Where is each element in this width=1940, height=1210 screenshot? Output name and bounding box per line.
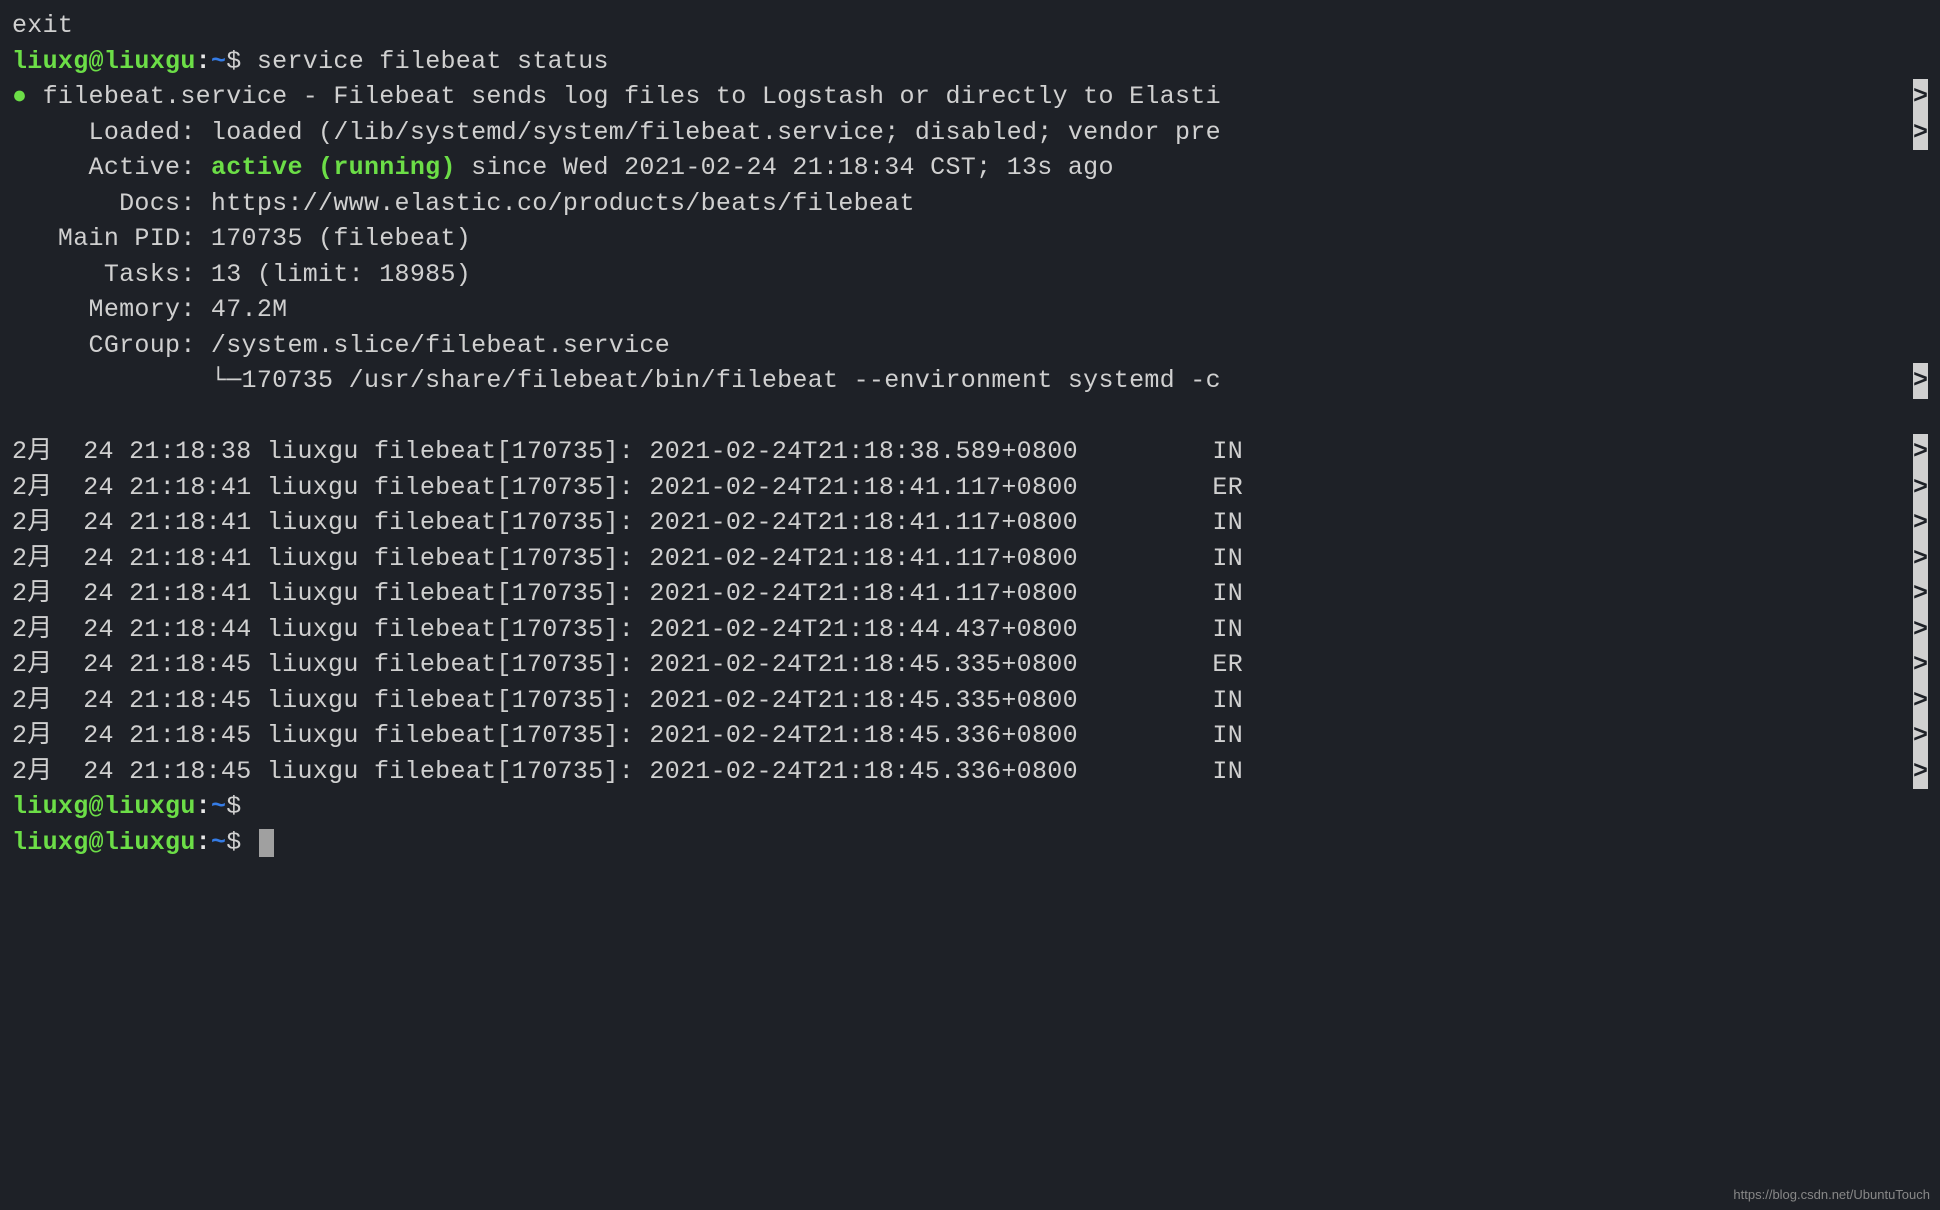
prompt-sep: :	[196, 47, 211, 76]
prompt-path: ~	[211, 792, 226, 821]
service-name: filebeat.service - Filebeat sends log fi…	[27, 82, 1221, 111]
service-name-line: ● filebeat.service - Filebeat sends log …	[12, 79, 1928, 115]
docs-line: Docs: https://www.elastic.co/products/be…	[12, 186, 1928, 222]
log-body: 2月 24 21:18:41 liuxgu filebeat[170735]: …	[12, 505, 1090, 541]
memory-text: Memory: 47.2M	[12, 295, 287, 324]
overflow-icon: >	[1913, 647, 1928, 683]
log-body: 2月 24 21:18:45 liuxgu filebeat[170735]: …	[12, 718, 1090, 754]
memory-line: Memory: 47.2M	[12, 292, 1928, 328]
overflow-icon: >	[1913, 434, 1928, 470]
log-line: 2月 24 21:18:44 liuxgu filebeat[170735]: …	[12, 612, 1928, 648]
log-line: 2月 24 21:18:45 liuxgu filebeat[170735]: …	[12, 754, 1928, 790]
main-pid-line: Main PID: 170735 (filebeat)	[12, 221, 1928, 257]
prompt-path: ~	[211, 47, 226, 76]
prompt-dollar: $	[226, 47, 257, 76]
tasks-line: Tasks: 13 (limit: 18985)	[12, 257, 1928, 293]
log-level-tag: IN	[1212, 505, 1243, 541]
overflow-icon: >	[1913, 612, 1928, 648]
overflow-icon: >	[1913, 470, 1928, 506]
prompt-line-2[interactable]: liuxg@liuxgu:~$	[12, 789, 1928, 825]
log-level-tag: IN	[1212, 434, 1243, 470]
log-level-tag: IN	[1212, 683, 1243, 719]
prompt-user: liuxg@liuxgu	[12, 792, 196, 821]
watermark-text: https://blog.csdn.net/UbuntuTouch	[1733, 1186, 1930, 1204]
prompt-command-line: liuxg@liuxgu:~$ service filebeat status	[12, 44, 1928, 80]
exit-text: exit	[12, 11, 73, 40]
log-body: 2月 24 21:18:45 liuxgu filebeat[170735]: …	[12, 647, 1090, 683]
active-status: active (running)	[211, 153, 456, 182]
log-level-tag: IN	[1212, 718, 1243, 754]
overflow-icon: >	[1913, 505, 1928, 541]
blank-line	[12, 399, 1928, 435]
active-since: since Wed 2021-02-24 21:18:34 CST; 13s a…	[456, 153, 1114, 182]
overflow-icon: >	[1913, 363, 1928, 399]
log-level-tag: IN	[1212, 754, 1243, 790]
loaded-line: Loaded: loaded (/lib/systemd/system/file…	[12, 115, 1928, 151]
cgroup-line: CGroup: /system.slice/filebeat.service	[12, 328, 1928, 364]
loaded-text: Loaded: loaded (/lib/systemd/system/file…	[12, 118, 1221, 147]
log-level-tag: ER	[1212, 647, 1243, 683]
log-line: 2月 24 21:18:41 liuxgu filebeat[170735]: …	[12, 505, 1928, 541]
log-level-tag: ER	[1212, 470, 1243, 506]
log-body: 2月 24 21:18:41 liuxgu filebeat[170735]: …	[12, 541, 1090, 577]
log-level-tag: IN	[1212, 541, 1243, 577]
log-line: 2月 24 21:18:45 liuxgu filebeat[170735]: …	[12, 718, 1928, 754]
log-level-tag: IN	[1212, 612, 1243, 648]
log-body: 2月 24 21:18:45 liuxgu filebeat[170735]: …	[12, 754, 1090, 790]
overflow-icon: >	[1913, 541, 1928, 577]
overflow-icon: >	[1913, 576, 1928, 612]
log-line: 2月 24 21:18:41 liuxgu filebeat[170735]: …	[12, 576, 1928, 612]
status-bullet-icon: ●	[12, 82, 27, 111]
cursor-icon[interactable]	[259, 829, 274, 857]
prompt-sep: :	[196, 792, 211, 821]
cgroup-text: CGroup: /system.slice/filebeat.service	[12, 331, 670, 360]
cgroup-child-text: └─170735 /usr/share/filebeat/bin/filebea…	[12, 366, 1221, 395]
overflow-icon: >	[1913, 115, 1928, 151]
log-body: 2月 24 21:18:38 liuxgu filebeat[170735]: …	[12, 434, 1090, 470]
docs-text: Docs: https://www.elastic.co/products/be…	[12, 189, 915, 218]
prompt-sep: :	[196, 828, 211, 857]
prompt-dollar: $	[226, 828, 257, 857]
prompt-line-3[interactable]: liuxg@liuxgu:~$	[12, 825, 1928, 861]
log-level-tag: IN	[1212, 576, 1243, 612]
active-line: Active: active (running) since Wed 2021-…	[12, 150, 1928, 186]
log-body: 2月 24 21:18:45 liuxgu filebeat[170735]: …	[12, 683, 1090, 719]
overflow-icon: >	[1913, 718, 1928, 754]
command-text: service filebeat status	[257, 47, 609, 76]
log-line: 2月 24 21:18:41 liuxgu filebeat[170735]: …	[12, 541, 1928, 577]
prompt-dollar: $	[226, 792, 257, 821]
exit-line: exit	[12, 8, 1928, 44]
overflow-icon: >	[1913, 79, 1928, 115]
prompt-user: liuxg@liuxgu	[12, 47, 196, 76]
main-pid-text: Main PID: 170735 (filebeat)	[12, 224, 471, 253]
overflow-icon: >	[1913, 754, 1928, 790]
log-line: 2月 24 21:18:45 liuxgu filebeat[170735]: …	[12, 683, 1928, 719]
active-label: Active:	[12, 153, 211, 182]
log-body: 2月 24 21:18:44 liuxgu filebeat[170735]: …	[12, 612, 1090, 648]
overflow-icon: >	[1913, 683, 1928, 719]
tasks-text: Tasks: 13 (limit: 18985)	[12, 260, 471, 289]
log-body: 2月 24 21:18:41 liuxgu filebeat[170735]: …	[12, 576, 1090, 612]
log-line: 2月 24 21:18:45 liuxgu filebeat[170735]: …	[12, 647, 1928, 683]
log-line: 2月 24 21:18:41 liuxgu filebeat[170735]: …	[12, 470, 1928, 506]
prompt-path: ~	[211, 828, 226, 857]
cgroup-child-line: └─170735 /usr/share/filebeat/bin/filebea…	[12, 363, 1928, 399]
log-line: 2月 24 21:18:38 liuxgu filebeat[170735]: …	[12, 434, 1928, 470]
prompt-user: liuxg@liuxgu	[12, 828, 196, 857]
log-body: 2月 24 21:18:41 liuxgu filebeat[170735]: …	[12, 470, 1090, 506]
